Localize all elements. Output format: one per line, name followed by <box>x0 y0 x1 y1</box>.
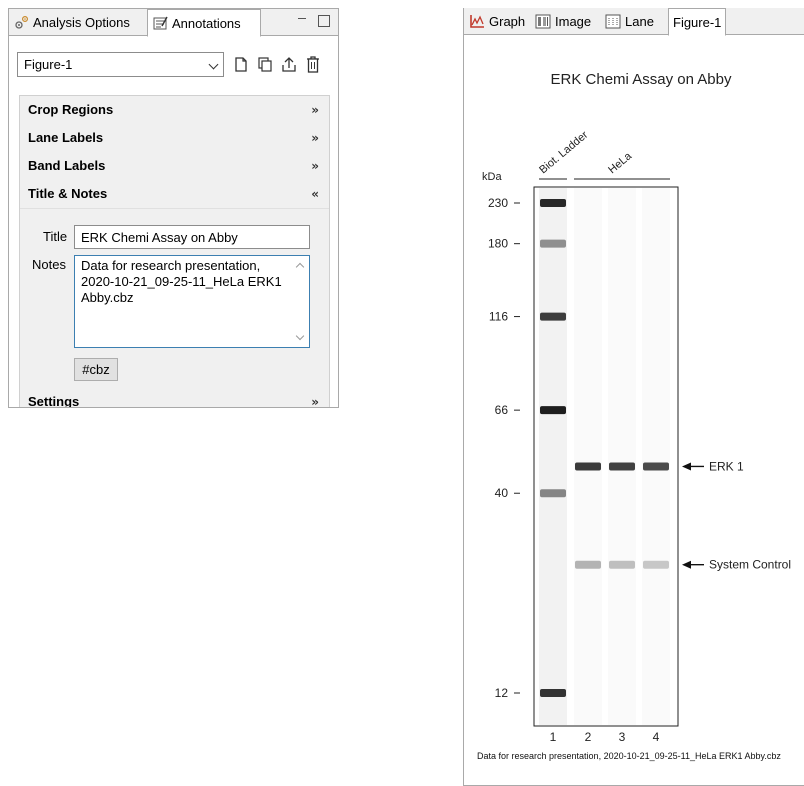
lane-background <box>608 188 636 725</box>
chevron-down-icon <box>208 59 219 70</box>
scroll-down-icon[interactable] <box>295 331 305 341</box>
title-label: Title <box>43 229 68 244</box>
y-axis-label: kDa <box>482 171 502 183</box>
band-arrow-head <box>682 560 691 569</box>
annotation-sections: Crop Regions » Lane Labels » Band Labels… <box>19 95 330 408</box>
lane-number: 3 <box>619 730 626 744</box>
band-label: ERK 1 <box>709 459 744 473</box>
expand-icon[interactable]: » <box>311 103 319 117</box>
lane-background <box>642 188 670 725</box>
tab-label: Image <box>555 14 592 29</box>
chart-title: ERK Chemi Assay on Abby <box>551 71 732 88</box>
section-label: Title & Notes <box>28 186 108 201</box>
title-notes-body: Title ERK Chemi Assay on Abby Notes Data… <box>20 208 329 388</box>
annotations-icon <box>153 16 168 31</box>
section-settings[interactable]: Settings » <box>20 388 329 408</box>
ladder-band <box>540 199 566 207</box>
ladder-band <box>540 489 566 498</box>
tab-label: Analysis Options <box>33 15 130 30</box>
title-input[interactable]: ERK Chemi Assay on Abby <box>74 225 310 249</box>
export-figure-icon[interactable] <box>281 56 297 73</box>
section-title-notes[interactable]: Title & Notes « <box>20 180 329 208</box>
band-label: System Control <box>709 558 791 572</box>
section-crop-regions[interactable]: Crop Regions » <box>20 96 329 124</box>
lane-icon <box>605 14 621 29</box>
figure-caption: Data for research presentation, 2020-10-… <box>477 751 781 761</box>
tab-label: Lane <box>625 14 654 29</box>
ladder-band <box>540 239 566 248</box>
tab-lane[interactable]: Lane <box>602 8 654 35</box>
view-tab-bar: Graph Image Lane Figure-1 <box>464 8 804 36</box>
expand-icon[interactable]: » <box>311 131 319 145</box>
figure-toolbar: Figure-1 <box>9 37 338 83</box>
notes-textarea[interactable]: Data for research presentation, 2020-10-… <box>74 255 310 348</box>
gear-icon <box>14 15 29 30</box>
lane-background <box>574 188 602 725</box>
sample-band <box>575 462 601 471</box>
tab-analysis-options[interactable]: Analysis Options <box>9 9 147 36</box>
duplicate-figure-icon[interactable] <box>257 56 273 73</box>
section-lane-labels[interactable]: Lane Labels » <box>20 124 329 152</box>
mw-tick-label: 66 <box>495 403 509 417</box>
sample-band <box>609 560 635 569</box>
sample-band <box>609 462 635 471</box>
mw-tick-label: 230 <box>488 196 508 210</box>
expand-icon[interactable]: » <box>311 159 319 173</box>
figure-panel: Graph Image Lane Figure-1 ERK Chemi Assa… <box>463 8 804 786</box>
mw-tick-label: 180 <box>488 237 508 251</box>
tab-figure-1[interactable]: Figure-1 <box>668 8 727 36</box>
expand-icon[interactable]: » <box>311 395 319 407</box>
mw-tick-label: 12 <box>495 686 509 700</box>
lane-number: 1 <box>550 730 557 744</box>
notes-text: Data for research presentation, 2020-10-… <box>81 258 282 305</box>
new-figure-icon[interactable] <box>233 56 249 73</box>
cbz-button[interactable]: #cbz <box>74 358 118 381</box>
image-icon <box>535 14 551 29</box>
ladder-band <box>540 312 566 321</box>
sample-band <box>643 462 669 471</box>
lane-background <box>539 188 567 725</box>
tab-label: Graph <box>489 14 526 29</box>
tab-graph[interactable]: Graph <box>466 8 525 35</box>
lane-number: 2 <box>585 730 592 744</box>
graph-icon <box>469 14 485 29</box>
blot-figure: ERK Chemi Assay on Abby kDa 230 180 116 66 4… <box>482 71 791 744</box>
lane-group-label: HeLa <box>606 150 635 177</box>
section-label: Settings <box>28 394 80 408</box>
tab-annotations[interactable]: Annotations <box>147 9 261 37</box>
section-band-labels[interactable]: Band Labels » <box>20 152 329 180</box>
tab-label: Annotations <box>172 15 241 31</box>
tab-image[interactable]: Image <box>532 8 591 35</box>
sample-band <box>643 560 669 569</box>
ladder-band <box>540 406 566 415</box>
mw-tick-label: 40 <box>495 486 509 500</box>
collapse-icon[interactable]: « <box>311 187 319 201</box>
section-label: Lane Labels <box>28 130 104 145</box>
ladder-band <box>540 689 566 697</box>
tab-label: Figure-1 <box>673 14 722 30</box>
lane-number: 4 <box>653 730 660 744</box>
lane-group-label: Biot. Ladder <box>537 129 590 177</box>
band-arrow-head <box>682 462 691 471</box>
maximize-icon[interactable] <box>318 15 330 27</box>
panel-tab-bar: Analysis Options Annotations <box>9 9 338 37</box>
minimize-icon[interactable] <box>296 15 308 27</box>
mw-tick-label: 116 <box>489 310 508 324</box>
sample-band <box>575 560 601 569</box>
scroll-up-icon[interactable] <box>295 262 305 272</box>
annotations-panel: Analysis Options Annotations Figure-1 Cr… <box>8 8 339 408</box>
notes-label: Notes <box>32 257 66 272</box>
section-label: Crop Regions <box>28 102 114 117</box>
section-label: Band Labels <box>28 158 106 173</box>
delete-figure-icon[interactable] <box>305 56 321 73</box>
figure-select-value: Figure-1 <box>24 57 73 72</box>
figure-select[interactable]: Figure-1 <box>17 52 224 77</box>
